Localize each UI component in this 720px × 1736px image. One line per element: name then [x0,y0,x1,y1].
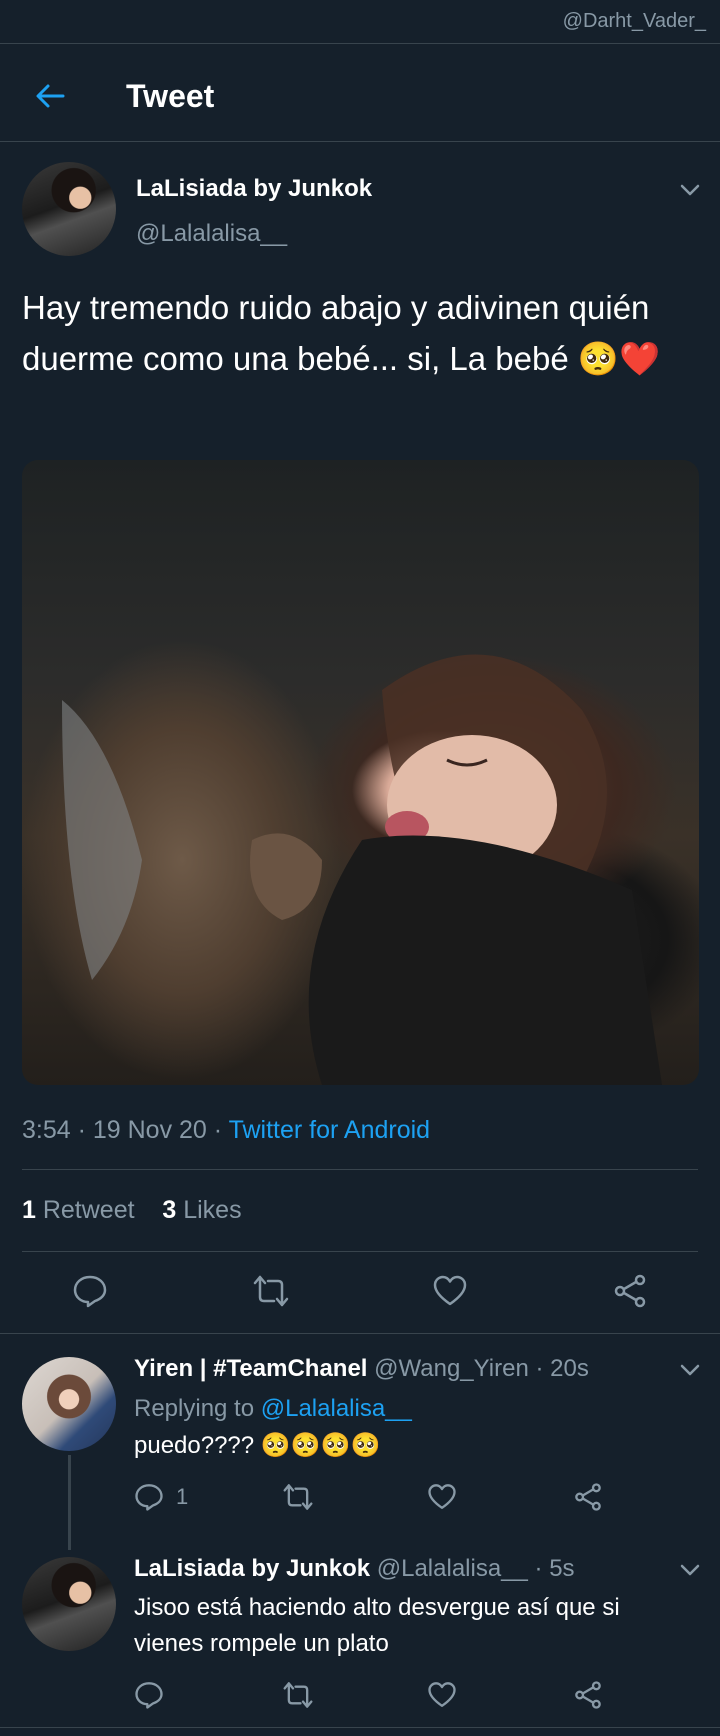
back-button[interactable] [28,74,72,118]
reply-options-button[interactable] [676,1356,704,1389]
bottom-divider [0,1727,720,1728]
reply-header: LaLisiada by Junkok @Lalalalisa__ · 5s [134,1555,575,1583]
reply-author-name[interactable]: LaLisiada by Junkok [134,1555,370,1582]
reply-author-name[interactable]: Yiren | #TeamChanel [134,1355,367,1382]
status-divider [0,43,720,44]
page-title: Tweet [126,78,215,114]
comment-icon [73,1275,107,1308]
reply-author-meta[interactable]: @Lalalalisa__ · 5s [370,1555,575,1582]
reply-share-button[interactable] [573,1482,603,1512]
photo-sleeping-person [62,654,662,1085]
header-divider [0,141,720,142]
chevron-down-icon [680,1564,700,1576]
reply-button[interactable] [72,1273,108,1309]
tweet-timestamp: 3:54 · 19 Nov 20 · Twitter for Android [22,1116,430,1145]
share-icon [575,1483,601,1511]
thread-connector [68,1455,71,1550]
like-button[interactable] [432,1273,468,1309]
reply-text: Jisoo está haciendo alto desvergue así q… [134,1594,620,1657]
likes-count: 3 [162,1196,177,1224]
chevron-down-icon [680,184,700,196]
reply-reply-button[interactable]: 1 [134,1482,188,1512]
reply-options-button[interactable] [676,1556,704,1589]
author-handle[interactable]: @Lalalalisa__ [136,220,287,248]
author-name[interactable]: LaLisiada by Junkok [136,175,372,203]
tweet-stats: 1 Retweet 3 Likes [22,1196,242,1225]
retweets-label: Retweet [35,1196,135,1224]
retweet-icon [283,1484,313,1510]
tweet-time: 3:54 · 19 Nov 20 · [22,1116,229,1144]
reply-reply-button[interactable] [134,1680,164,1710]
reply-share-button[interactable] [573,1680,603,1710]
likes-label: Likes [176,1196,242,1224]
reply-avatar[interactable] [22,1557,116,1651]
reply-author-meta[interactable]: @Wang_Yiren · 20s [367,1355,589,1382]
reply-retweet-button[interactable] [282,1680,314,1710]
meta-divider [22,1169,698,1170]
heart-icon [428,1682,456,1707]
share-button[interactable] [612,1273,648,1309]
tweet-text: Hay tremendo ruido abajo y adivinen quié… [22,289,661,377]
comment-icon [135,1484,163,1511]
reply-like-button[interactable] [427,1482,457,1512]
heart-icon [428,1484,456,1509]
reply-text: puedo???? 🥺🥺🥺🥺 [134,1432,381,1459]
likes-stat[interactable]: 3 Likes [162,1196,241,1224]
replying-to-prefix: Replying to [134,1395,261,1422]
author-avatar[interactable] [22,162,116,256]
share-icon [614,1274,646,1308]
reply-header: Yiren | #TeamChanel @Wang_Yiren · 20s [134,1355,589,1383]
replying-to-handle[interactable]: @Lalalalisa__ [261,1395,412,1422]
retweets-count: 1 [22,1196,36,1224]
heart-icon [433,1275,467,1306]
reply-like-button[interactable] [427,1680,457,1710]
stats-divider [22,1251,698,1252]
reply-avatar[interactable] [22,1357,116,1451]
retweet-button[interactable] [252,1273,290,1309]
comment-icon [135,1682,163,1709]
watermark-text: @Darht_Vader_ [562,10,706,32]
reply-retweet-button[interactable] [282,1482,314,1512]
retweets-stat[interactable]: 1 Retweet [22,1196,135,1224]
tweet-photo[interactable] [22,460,699,1085]
retweet-icon [283,1682,313,1708]
replying-to: Replying to @Lalalalisa__ [134,1395,412,1423]
reply-count: 1 [176,1484,189,1509]
retweet-icon [253,1275,289,1307]
actions-divider [0,1333,720,1334]
arrow-left-icon [36,84,65,108]
tweet-source-link[interactable]: Twitter for Android [229,1116,430,1144]
tweet-options-button[interactable] [676,176,704,209]
share-icon [575,1681,601,1709]
chevron-down-icon [680,1364,700,1376]
